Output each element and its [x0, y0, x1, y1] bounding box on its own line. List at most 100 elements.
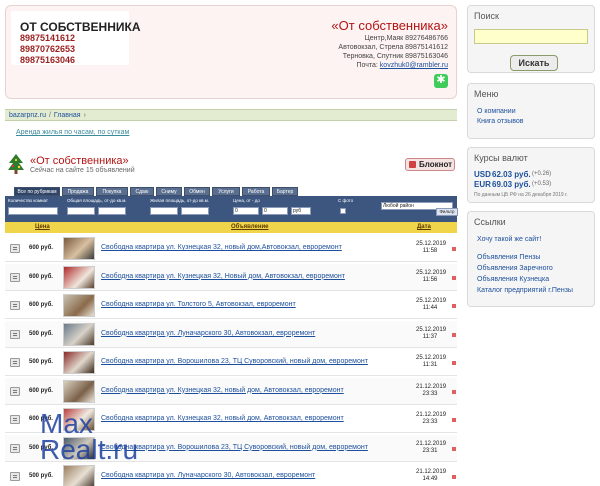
tab-buy[interactable]: Покупка [96, 187, 128, 196]
listing-photo[interactable] [63, 294, 95, 317]
price-to[interactable]: 0 [262, 207, 288, 215]
links-title: Ссылки [474, 217, 506, 227]
listing-price: 500 руб. [29, 359, 53, 365]
listing-datetime: 25.12.2019 11:37 [416, 327, 446, 341]
search-input[interactable] [474, 29, 588, 44]
tab-rent-out[interactable]: Сдаю [130, 187, 154, 196]
listing-date: 21.12.2019 [416, 412, 447, 418]
site-header: ОТ СОБСТВЕННИКА 89875141612 89870762653 … [5, 5, 457, 99]
search-panel: Поиск Искать [467, 5, 595, 73]
breadcrumb-home[interactable]: Главная [54, 112, 81, 119]
remove-icon[interactable] [452, 475, 456, 479]
total-area-label: Общая площадь, от-до кв.м. [67, 198, 127, 203]
rooms-label: Количество комнат [8, 198, 48, 203]
menu-panel: Меню О компании Книга отзывов [467, 83, 595, 139]
tab-all-rubrics[interactable]: Все по рубрикам [14, 187, 60, 196]
listing-photo[interactable] [63, 322, 95, 346]
remove-icon[interactable] [452, 247, 456, 251]
notebook-button[interactable]: Блокнот [405, 158, 455, 171]
rooms-select[interactable] [8, 207, 58, 215]
listing-title[interactable]: Свободна квартира ул. Кузнецкая 32, Новы… [101, 273, 345, 280]
listing-price: 600 руб. [29, 273, 53, 280]
listing-datetime: 21.12.2019 14:49 [416, 469, 446, 483]
column-date[interactable]: Дата [417, 224, 431, 230]
remove-icon[interactable] [452, 361, 456, 365]
tab-sale[interactable]: Продажа [62, 187, 94, 196]
column-price[interactable]: Цена [35, 224, 50, 230]
listing-row[interactable]: 600 руб. Свободна квартира ул. Кузнецкая … [5, 235, 457, 262]
menu-item-about[interactable]: О компании [477, 108, 516, 115]
tab-rent[interactable]: Сниму [156, 187, 182, 196]
listing-time: 11:37 [422, 333, 438, 340]
link-catalog[interactable]: Каталог предприятий г.Пензы [477, 287, 573, 294]
watermark-line-2: Realt.ru [40, 434, 139, 465]
notepad-icon[interactable] [10, 415, 20, 424]
filter-button[interactable]: Фильтр [436, 208, 458, 216]
link-penza[interactable]: Объявления Пензы [477, 254, 540, 261]
living-area-to[interactable] [181, 207, 209, 215]
remove-icon[interactable] [452, 332, 456, 337]
currency-panel: Курсы валют USD 62.03 руб. (+0.26) EUR 6… [467, 147, 595, 203]
currency-select[interactable]: руб [291, 207, 311, 215]
rent-hourly-link[interactable]: Аренда жилья по часам, по суткам [16, 129, 129, 136]
remove-icon[interactable] [452, 304, 456, 308]
menu-item-reviews[interactable]: Книга отзывов [477, 118, 524, 125]
search-button[interactable]: Искать [510, 55, 558, 71]
christmas-tree-icon [8, 154, 24, 174]
listing-row[interactable]: 600 руб. Свободна квартира ул. Кузнецкая … [5, 377, 457, 405]
listing-photo[interactable] [63, 379, 95, 403]
network-icon[interactable]: ✱ [434, 73, 448, 88]
link-zarechny[interactable]: Объявления Заречного [477, 265, 553, 272]
notepad-icon[interactable] [10, 443, 20, 453]
remove-icon[interactable] [452, 446, 456, 451]
tab-services[interactable]: Услуги [212, 187, 240, 196]
total-area-from[interactable] [67, 207, 95, 215]
listing-date: 25.12.2019 [416, 241, 447, 247]
notepad-icon[interactable] [10, 329, 20, 339]
listing-row[interactable]: 600 руб. Свободна квартира ул. Кузнецкая … [5, 263, 457, 291]
listing-title[interactable]: Свободна квартира ул. Луначарского 30, А… [101, 472, 315, 479]
living-area-from[interactable] [150, 207, 178, 215]
price-from[interactable]: 0 [233, 207, 259, 215]
listing-title[interactable]: Свободна квартира ул. Луначарского 30, А… [101, 330, 315, 337]
listing-title[interactable]: Свободна квартира ул. Ворошилова 23, ТЦ … [101, 358, 368, 365]
notepad-icon[interactable] [10, 244, 20, 253]
phone-2: 89870762653 [20, 44, 76, 54]
tab-barter[interactable]: Бартер [272, 187, 298, 196]
photo-checkbox[interactable] [340, 208, 346, 214]
listing-photo[interactable] [63, 237, 95, 260]
total-area-to[interactable] [98, 207, 126, 215]
listing-datetime: 25.12.2019 11:56 [416, 270, 446, 284]
notepad-icon[interactable] [10, 472, 20, 481]
listing-row[interactable]: 500 руб. Свободна квартира ул. Луначарско… [5, 320, 457, 348]
notepad-icon[interactable] [10, 301, 20, 310]
tab-work[interactable]: Работа [242, 187, 270, 196]
currency-delta-eur: (+0.53) [532, 181, 552, 187]
listing-price: 500 руб. [29, 330, 53, 337]
listing-title[interactable]: Свободна квартира ул. Кузнецкая 32, новы… [101, 387, 344, 394]
listing-title[interactable]: Свободна квартира ул. Кузнецкая 32, новы… [101, 244, 342, 251]
remove-icon[interactable] [452, 418, 456, 422]
remove-icon[interactable] [452, 389, 456, 394]
listing-row[interactable]: 600 руб. Свободна квартира ул. Толстого 5… [5, 292, 457, 319]
listing-date: 25.12.2019 [416, 298, 447, 304]
listing-datetime: 25.12.2019 11:31 [416, 355, 446, 369]
listing-row[interactable]: 500 руб. Свободна квартира ул. Ворошилова… [5, 349, 457, 376]
listing-datetime: 21.12.2019 23:33 [416, 412, 447, 426]
column-listing[interactable]: Объявление [231, 224, 269, 230]
breadcrumb-site[interactable]: bazarpnz.ru [9, 112, 46, 119]
link-kuznetsk[interactable]: Объявления Кузнецка [477, 276, 549, 283]
listing-title[interactable]: Свободна квартира ул. Толстого 5, Автово… [101, 301, 296, 308]
notepad-icon[interactable] [10, 272, 20, 282]
notepad-icon[interactable] [10, 358, 20, 367]
listing-time: 11:56 [422, 276, 438, 283]
email-link[interactable]: kovzhuk0@rambler.ru [380, 62, 448, 69]
logo-title: ОТ СОБСТВЕННИКА [20, 20, 141, 34]
listing-time: 23:33 [422, 390, 438, 397]
notepad-icon[interactable] [10, 386, 20, 396]
tab-exchange[interactable]: Обмен [184, 187, 210, 196]
link-own-site[interactable]: Хочу такой же сайт! [477, 236, 541, 243]
listing-photo[interactable] [63, 351, 95, 374]
remove-icon[interactable] [452, 275, 456, 280]
listing-photo[interactable] [63, 265, 95, 289]
